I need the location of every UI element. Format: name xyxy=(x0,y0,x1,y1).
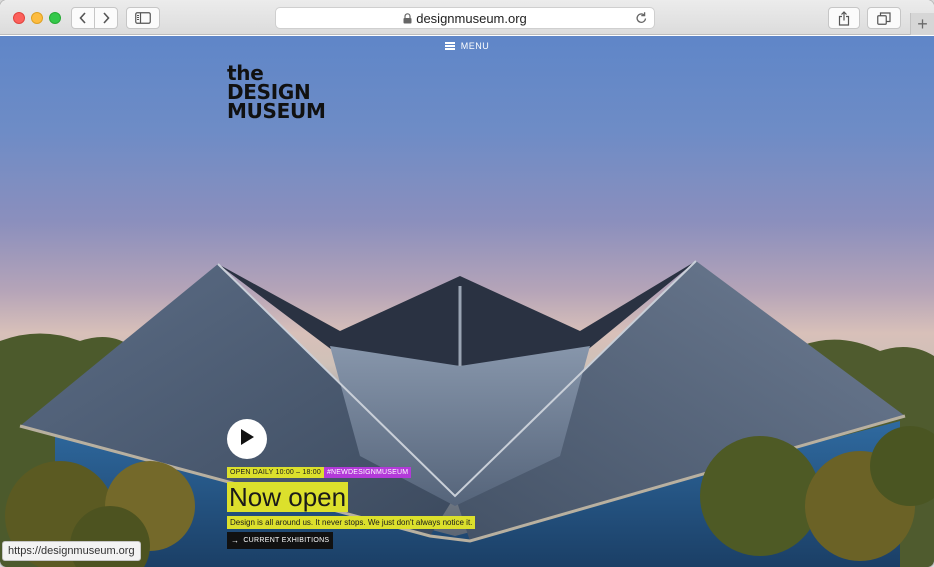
info-tags: OPEN DAILY 10:00 – 18:00 #NEWDESIGNMUSEU… xyxy=(227,467,412,478)
show-tabs-button[interactable] xyxy=(867,7,901,29)
menu-label: MENU xyxy=(460,41,490,51)
tabs-icon xyxy=(877,11,891,25)
exhibitions-label: CURRENT EXHIBITIONS xyxy=(243,537,330,544)
share-icon xyxy=(838,10,850,26)
hero-subline: Design is all around us. It never stops.… xyxy=(227,516,476,529)
plus-icon: + xyxy=(917,14,928,34)
forward-button[interactable] xyxy=(94,7,118,29)
browser-toolbar: designmuseum.org + xyxy=(0,0,934,35)
minimize-window-button[interactable] xyxy=(31,12,43,24)
opening-hours-tag: OPEN DAILY 10:00 – 18:00 xyxy=(227,467,324,478)
hero-headline: Now open xyxy=(227,482,349,512)
play-video-button[interactable] xyxy=(227,419,267,459)
address-bar[interactable]: designmuseum.org xyxy=(275,7,655,29)
museum-hero-image xyxy=(0,260,934,567)
arrow-right-icon: → xyxy=(231,536,240,545)
current-exhibitions-button[interactable]: → CURRENT EXHIBITIONS xyxy=(227,532,334,549)
back-button[interactable] xyxy=(71,7,95,29)
fullscreen-window-button[interactable] xyxy=(49,12,61,24)
share-button[interactable] xyxy=(828,7,860,29)
web-content: MENU the DESIGN MUSEUM OPEN DAILY 10:00 … xyxy=(0,36,934,567)
address-url: designmuseum.org xyxy=(416,10,527,26)
logo-line-museum: MUSEUM xyxy=(227,99,326,123)
play-icon xyxy=(239,428,255,451)
design-museum-logo[interactable]: the DESIGN MUSEUM xyxy=(227,63,326,123)
hashtag-tag[interactable]: #NEWDESIGNMUSEUM xyxy=(323,467,412,478)
browser-window: designmuseum.org + MENU the DESIGN MUSEU… xyxy=(0,0,934,567)
status-bar-url: https://designmuseum.org xyxy=(2,541,141,561)
lock-icon xyxy=(403,12,412,24)
chevron-right-icon xyxy=(102,12,110,24)
new-tab-button[interactable]: + xyxy=(910,13,934,35)
chevron-left-icon xyxy=(79,12,87,24)
reload-icon[interactable] xyxy=(635,11,648,28)
site-menu-button[interactable]: MENU xyxy=(0,41,934,51)
sidebar-toggle-button[interactable] xyxy=(126,7,160,29)
close-window-button[interactable] xyxy=(13,12,25,24)
sidebar-icon xyxy=(135,12,151,24)
hamburger-icon xyxy=(444,42,455,50)
